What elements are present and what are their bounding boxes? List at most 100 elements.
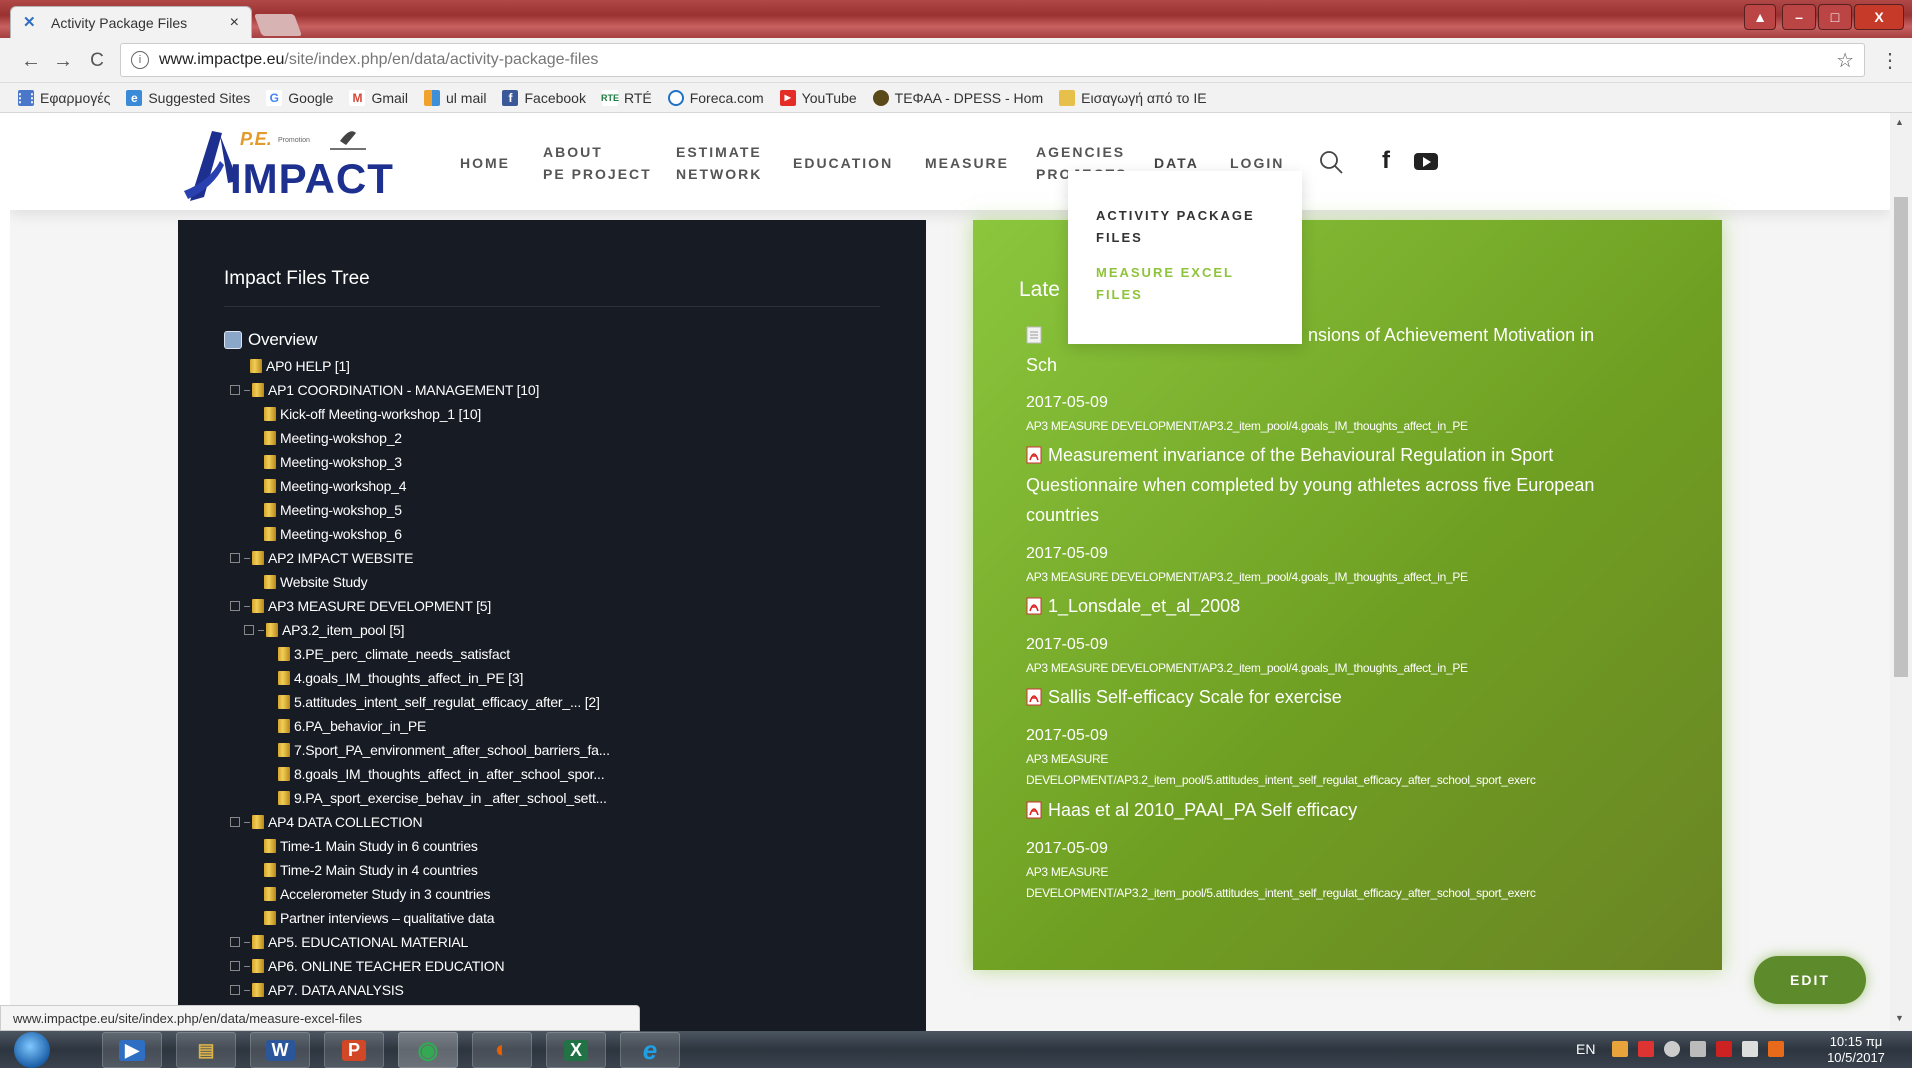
menu-item-measure-excel-files[interactable]: MEASURE EXCEL FILES xyxy=(1096,262,1286,306)
bookmark-facebook[interactable]: f Facebook xyxy=(502,89,586,106)
bookmark-foreca[interactable]: Foreca.com xyxy=(667,89,764,106)
collapse-toggle-icon[interactable] xyxy=(230,937,240,947)
nav-home[interactable]: HOME xyxy=(460,152,510,174)
site-info-icon[interactable]: i xyxy=(131,51,149,69)
tab-close-icon[interactable]: × xyxy=(230,14,239,32)
taskbar-media-player[interactable]: ▶ xyxy=(102,1032,162,1068)
tray-update-icon[interactable] xyxy=(1768,1041,1784,1057)
tree-node[interactable]: Partner interviews – qualitative data xyxy=(264,907,495,929)
tree-node[interactable]: AP6. ONLINE TEACHER EDUCATION xyxy=(230,955,505,977)
tree-node[interactable]: Kick-off Meeting-workshop_1 [10] xyxy=(264,403,481,425)
tree-node[interactable]: AP4 DATA COLLECTION xyxy=(230,811,423,833)
tree-node[interactable]: 8.goals_IM_thoughts_affect_in_after_scho… xyxy=(278,763,605,785)
network-icon[interactable] xyxy=(1690,1041,1706,1057)
menu-item-activity-package-files[interactable]: ACTIVITY PACKAGE FILES xyxy=(1096,205,1286,249)
page-scrollbar[interactable]: ▲ ▼ xyxy=(1890,113,1912,1031)
address-bar[interactable]: i www.impactpe.eu/site/index.php/en/data… xyxy=(120,43,1865,77)
collapse-toggle-icon[interactable] xyxy=(230,961,240,971)
youtube-icon[interactable] xyxy=(1414,153,1438,170)
tree-node[interactable]: Meeting-workshop_4 xyxy=(264,475,407,497)
maximize-button[interactable]: □ xyxy=(1818,4,1852,30)
collapse-toggle-icon[interactable] xyxy=(244,625,254,635)
bookmark-import-ie[interactable]: Εισαγωγή από το IE xyxy=(1059,89,1207,106)
bookmark-star-icon[interactable]: ☆ xyxy=(1836,48,1854,73)
nav-measure[interactable]: MEASURE xyxy=(925,152,1009,174)
tree-node[interactable]: Meeting-wokshop_2 xyxy=(264,427,402,449)
tree-node[interactable]: 3.PE_perc_climate_needs_satisfact xyxy=(278,643,510,665)
taskbar-word[interactable]: W xyxy=(250,1032,310,1068)
bookmark-gmail[interactable]: M Gmail xyxy=(349,89,408,106)
scroll-up-icon[interactable]: ▲ xyxy=(1895,117,1904,127)
collapse-toggle-icon[interactable] xyxy=(230,553,240,563)
taskbar-file-explorer[interactable]: ▤ xyxy=(176,1032,236,1068)
tree-node[interactable]: Meeting-wokshop_6 xyxy=(264,523,402,545)
system-clock[interactable]: 10:15 πμ 10/5/2017 xyxy=(1816,1034,1896,1066)
taskbar-internet-explorer[interactable]: e xyxy=(620,1032,680,1068)
tree-node[interactable]: Accelerometer Study in 3 countries xyxy=(264,883,491,905)
volume-icon[interactable] xyxy=(1664,1041,1680,1057)
collapse-toggle-icon[interactable] xyxy=(230,385,240,395)
taskbar-firefox[interactable]: ◐ xyxy=(472,1032,532,1068)
latest-doc-link[interactable]: 1_Lonsdale_et_al_2008 xyxy=(1026,591,1240,621)
close-window-button[interactable]: X xyxy=(1854,4,1904,30)
bookmark-tefaa[interactable]: ΤΕΦΑΑ - DPESS - Hom xyxy=(872,89,1043,106)
tree-node[interactable]: Time-1 Main Study in 6 countries xyxy=(264,835,478,857)
tree-node[interactable]: 4.goals_IM_thoughts_affect_in_PE [3] xyxy=(278,667,523,689)
tray-app-icon[interactable] xyxy=(1612,1041,1628,1057)
back-button[interactable]: ← xyxy=(18,48,44,74)
tree-node[interactable]: AP2 IMPACT WEBSITE xyxy=(230,547,413,569)
tree-node[interactable]: 7.Sport_PA_environment_after_school_barr… xyxy=(278,739,610,761)
tree-node[interactable]: Meeting-wokshop_5 xyxy=(264,499,402,521)
search-icon[interactable] xyxy=(1318,149,1344,175)
bookmark-ul-mail[interactable]: ul mail xyxy=(424,89,486,106)
tree-node[interactable]: AP5. EDUCATIONAL MATERIAL xyxy=(230,931,468,953)
start-button[interactable] xyxy=(14,1032,50,1068)
scroll-down-icon[interactable]: ▼ xyxy=(1895,1013,1904,1023)
tree-node[interactable]: AP3 MEASURE DEVELOPMENT [5] xyxy=(230,595,491,617)
gmail-icon: M xyxy=(349,89,366,106)
nav-education[interactable]: EDUCATION xyxy=(793,152,893,174)
nav-estimate-network[interactable]: ESTIMATE NETWORK xyxy=(676,141,762,185)
tree-node[interactable]: 6.PA_behavior_in_PE xyxy=(278,715,426,737)
collapse-toggle-icon[interactable] xyxy=(230,817,240,827)
taskbar-chrome[interactable]: ◉ xyxy=(398,1032,458,1068)
forward-button[interactable]: → xyxy=(50,48,76,74)
bookmark-apps[interactable]: ⋮⋮ Εφαρμογές xyxy=(14,89,110,106)
taskbar-powerpoint[interactable]: P xyxy=(324,1032,384,1068)
tree-node[interactable]: AP0 HELP [1] xyxy=(250,355,350,377)
user-profile-button[interactable]: ▲ xyxy=(1744,4,1776,30)
reload-button[interactable]: C xyxy=(84,48,110,74)
bookmark-youtube[interactable]: ▶ YouTube xyxy=(779,89,857,106)
tray-alert-icon[interactable] xyxy=(1638,1041,1654,1057)
new-tab-button[interactable] xyxy=(253,14,303,36)
latest-doc-link[interactable]: Measurement invariance of the Behavioura… xyxy=(1026,440,1553,470)
browser-menu-icon[interactable]: ⋮ xyxy=(1880,48,1900,73)
action-center-flag-icon[interactable] xyxy=(1742,1041,1758,1057)
bookmark-google[interactable]: G Google xyxy=(266,89,333,106)
tree-node[interactable]: AP7. DATA ANALYSIS xyxy=(230,979,404,1001)
taskbar-excel[interactable]: X xyxy=(546,1032,606,1068)
collapse-toggle-icon[interactable] xyxy=(230,601,240,611)
tree-node-overview[interactable]: Overview xyxy=(224,329,317,351)
bookmark-suggested-sites[interactable]: e Suggested Sites xyxy=(126,89,250,106)
tree-node[interactable]: Meeting-wokshop_3 xyxy=(264,451,402,473)
tree-node[interactable]: AP1 COORDINATION - MANAGEMENT [10] xyxy=(230,379,539,401)
tree-node[interactable]: 5.attitudes_intent_self_regulat_efficacy… xyxy=(278,691,600,713)
minimize-button[interactable]: – xyxy=(1782,4,1816,30)
tree-node[interactable]: 9.PA_sport_exercise_behav_in _after_scho… xyxy=(278,787,607,809)
browser-tab-active[interactable]: ✕ Activity Package Files × xyxy=(10,6,252,38)
latest-doc-link[interactable]: Sallis Self-efficacy Scale for exercise xyxy=(1026,682,1342,712)
tree-node[interactable]: AP3.2_item_pool [5] xyxy=(244,619,404,641)
tree-node[interactable]: Time-2 Main Study in 4 countries xyxy=(264,859,478,881)
tree-node[interactable]: Website Study xyxy=(264,571,368,593)
facebook-icon[interactable]: f xyxy=(1382,147,1390,175)
nav-about-pe-project[interactable]: ABOUT PE PROJECT xyxy=(543,141,652,185)
edit-button[interactable]: EDIT xyxy=(1754,956,1866,1004)
scrollbar-thumb[interactable] xyxy=(1894,197,1908,677)
language-indicator[interactable]: EN xyxy=(1576,1041,1595,1057)
bookmark-rte[interactable]: RTE RTÉ xyxy=(601,89,652,106)
latest-doc-link[interactable]: Haas et al 2010_PAAI_PA Self efficacy xyxy=(1026,795,1357,825)
amd-icon[interactable] xyxy=(1716,1041,1732,1057)
impact-logo[interactable]: P.E. Promotion IMPACT xyxy=(180,121,393,206)
collapse-toggle-icon[interactable] xyxy=(230,985,240,995)
